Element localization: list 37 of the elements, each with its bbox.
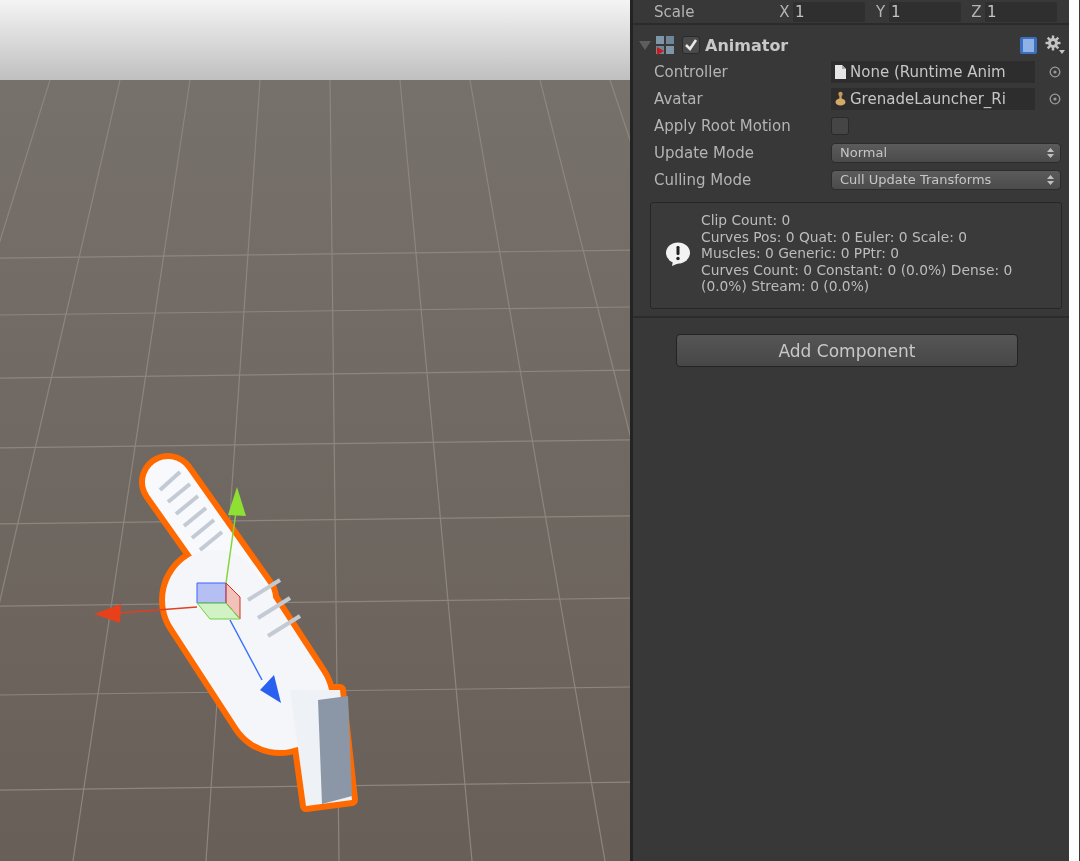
move-gizmo-drawing[interactable]	[94, 487, 281, 703]
add-component-button[interactable]: Add Component	[676, 334, 1018, 367]
scale-value-field[interactable]: 1	[985, 1, 1057, 22]
object-picker-icon[interactable]	[1049, 65, 1061, 78]
info-text: Muscles: 0 Generic: 0 PPtr: 0	[701, 245, 901, 262]
checkbox[interactable]	[831, 116, 849, 135]
info-text: Curves Count: 0 Constant: 0 (0.0%) Dense: 0 (0.0%) Stream: 0 (0.0%)	[701, 261, 1014, 295]
settings-icon[interactable]	[1045, 35, 1065, 55]
object-field[interactable]: None (Runtime Anim	[831, 60, 1035, 83]
field-label: Update Mode	[654, 143, 755, 162]
info-text: Curves Pos: 0 Quat: 0 Euler: 0 Scale: 0	[701, 228, 968, 246]
field-label: Apply Root Motion	[654, 116, 792, 135]
field-label: Culling Mode	[654, 170, 753, 189]
axis-label: Y	[874, 2, 887, 21]
warning-icon	[665, 241, 691, 266]
help-book-icon[interactable]	[1019, 35, 1038, 55]
dropdown[interactable]: Cull Update Transforms	[831, 169, 1061, 190]
enabled-checkbox[interactable]	[682, 36, 700, 54]
up-down-arrows-icon	[1047, 173, 1054, 186]
ground-plane[interactable]	[0, 80, 630, 861]
dropdown[interactable]: Normal	[831, 142, 1061, 163]
component-title: Animator	[705, 35, 790, 55]
scale-value-field[interactable]: 1	[889, 1, 961, 22]
field-label: Controller	[654, 62, 729, 81]
object-picker-icon[interactable]	[1049, 92, 1061, 105]
avatar-figure-icon	[834, 90, 847, 107]
axis-label: X	[778, 2, 791, 21]
object-field[interactable]: GrenadeLauncher_Ri	[831, 87, 1035, 110]
scale-label: Scale	[654, 2, 696, 21]
animator-component-icon	[655, 35, 675, 55]
up-down-arrows-icon	[1047, 146, 1054, 159]
document-icon	[834, 63, 847, 80]
grenade-launcher-drawing[interactable]	[139, 453, 358, 812]
field-label: Avatar	[654, 89, 704, 108]
info-text: Clip Count: 0	[701, 212, 792, 229]
scale-value-field[interactable]: 1	[793, 1, 865, 22]
axis-label: Z	[970, 2, 983, 21]
